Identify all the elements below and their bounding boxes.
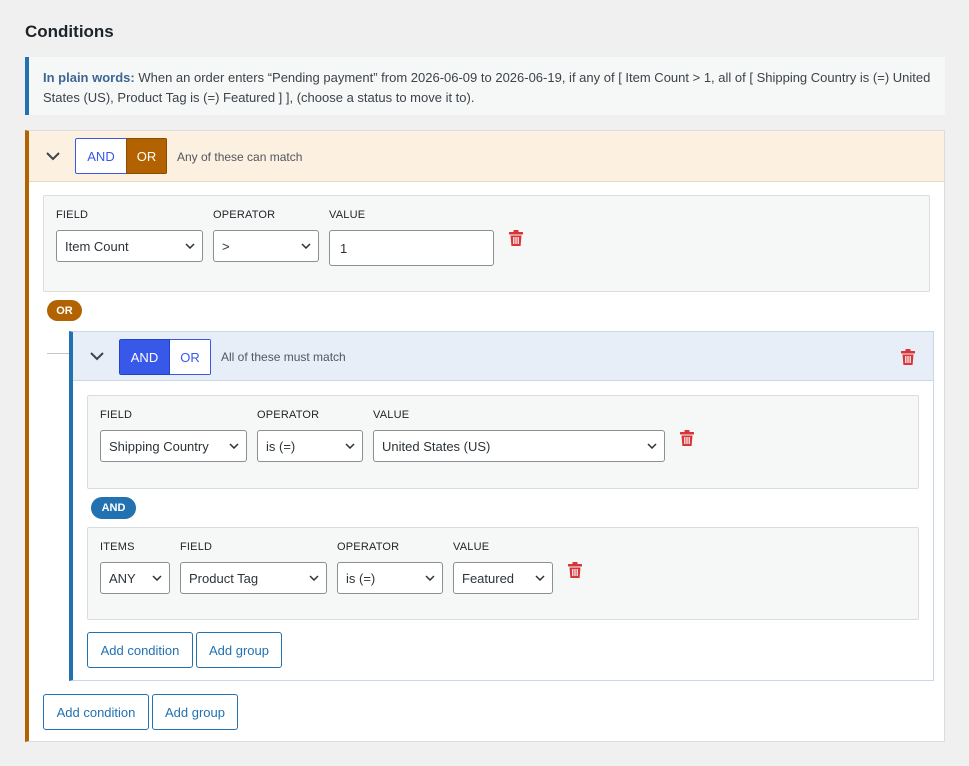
operator-label: OPERATOR xyxy=(213,209,276,221)
condition-row: ITEMS FIELD OPERATOR VALUE ANY Product T… xyxy=(87,527,919,620)
outer-condition-group: AND OR Any of these can match FIELD OPER… xyxy=(25,130,945,742)
items-select-value: ANY xyxy=(109,570,136,586)
plain-words-summary: In plain words: When an order enters “Pe… xyxy=(25,57,945,115)
chevron-down-icon xyxy=(46,151,60,160)
chevron-down-icon xyxy=(425,575,435,581)
or-toggle-button[interactable]: OR xyxy=(126,138,167,174)
value-input[interactable]: 1 xyxy=(329,230,494,266)
tree-connector-line xyxy=(47,353,69,354)
match-mode-toggle: AND OR xyxy=(75,138,167,174)
add-group-button[interactable]: Add group xyxy=(196,632,282,668)
and-connector-badge: AND xyxy=(91,497,136,519)
plain-words-text-2: States (US), Product Tag is (=) Featured… xyxy=(43,90,475,105)
operator-label: OPERATOR xyxy=(257,409,320,421)
value-label: VALUE xyxy=(373,409,410,421)
value-select[interactable]: Featured xyxy=(453,562,553,594)
operator-select-value: is (=) xyxy=(346,570,376,586)
field-label: FIELD xyxy=(100,409,133,421)
field-select-value: Product Tag xyxy=(189,570,259,586)
chevron-down-icon xyxy=(90,351,104,360)
value-input-text: 1 xyxy=(340,240,348,256)
chevron-down-icon xyxy=(229,443,239,449)
group-hint: Any of these can match xyxy=(177,150,303,164)
and-toggle-button[interactable]: AND xyxy=(75,138,126,174)
trash-icon[interactable] xyxy=(680,430,694,446)
field-select[interactable]: Product Tag xyxy=(180,562,327,594)
plain-words-text-1: When an order enters “Pending payment” f… xyxy=(138,70,931,85)
field-select-value: Item Count xyxy=(65,238,129,254)
chevron-down-icon xyxy=(185,243,195,249)
condition-row: FIELD OPERATOR VALUE Item Count > 1 xyxy=(43,195,930,292)
add-condition-button[interactable]: Add condition xyxy=(87,632,193,668)
group-hint: All of these must match xyxy=(221,350,346,364)
trash-icon[interactable] xyxy=(509,230,523,246)
field-select-value: Shipping Country xyxy=(109,438,209,454)
value-label: VALUE xyxy=(453,541,490,553)
operator-select[interactable]: > xyxy=(213,230,319,262)
plain-words-label: In plain words: xyxy=(43,70,135,85)
field-label: FIELD xyxy=(56,209,89,221)
operator-select-value: is (=) xyxy=(266,438,296,454)
chevron-down-icon xyxy=(309,575,319,581)
value-select-value: United States (US) xyxy=(382,438,491,454)
field-select[interactable]: Item Count xyxy=(56,230,203,262)
chevron-down-icon xyxy=(535,575,545,581)
collapse-toggle[interactable] xyxy=(87,346,107,366)
field-label: FIELD xyxy=(180,541,213,553)
or-connector-badge: OR xyxy=(47,300,82,321)
chevron-down-icon xyxy=(345,443,355,449)
outer-group-header: AND OR Any of these can match xyxy=(29,131,944,182)
trash-icon[interactable] xyxy=(568,562,582,578)
chevron-down-icon xyxy=(152,575,162,581)
trash-icon[interactable] xyxy=(901,349,915,365)
page-title: Conditions xyxy=(25,22,114,41)
operator-select[interactable]: is (=) xyxy=(257,430,363,462)
inner-condition-group: AND OR All of these must match FIELD OPE… xyxy=(69,331,934,681)
operator-label: OPERATOR xyxy=(337,541,400,553)
inner-group-header: AND OR All of these must match xyxy=(73,332,933,381)
chevron-down-icon xyxy=(301,243,311,249)
collapse-toggle[interactable] xyxy=(43,146,63,166)
value-label: VALUE xyxy=(329,209,366,221)
and-toggle-button[interactable]: AND xyxy=(119,339,170,375)
operator-select-value: > xyxy=(222,238,230,254)
operator-select[interactable]: is (=) xyxy=(337,562,443,594)
chevron-down-icon xyxy=(647,443,657,449)
add-group-button[interactable]: Add group xyxy=(152,694,238,730)
or-toggle-button[interactable]: OR xyxy=(170,339,211,375)
condition-row: FIELD OPERATOR VALUE Shipping Country is… xyxy=(87,395,919,489)
items-label: ITEMS xyxy=(100,541,135,553)
add-condition-button[interactable]: Add condition xyxy=(43,694,149,730)
value-select[interactable]: United States (US) xyxy=(373,430,665,462)
value-select-value: Featured xyxy=(462,570,515,586)
match-mode-toggle: AND OR xyxy=(119,339,211,375)
items-select[interactable]: ANY xyxy=(100,562,170,594)
field-select[interactable]: Shipping Country xyxy=(100,430,247,462)
